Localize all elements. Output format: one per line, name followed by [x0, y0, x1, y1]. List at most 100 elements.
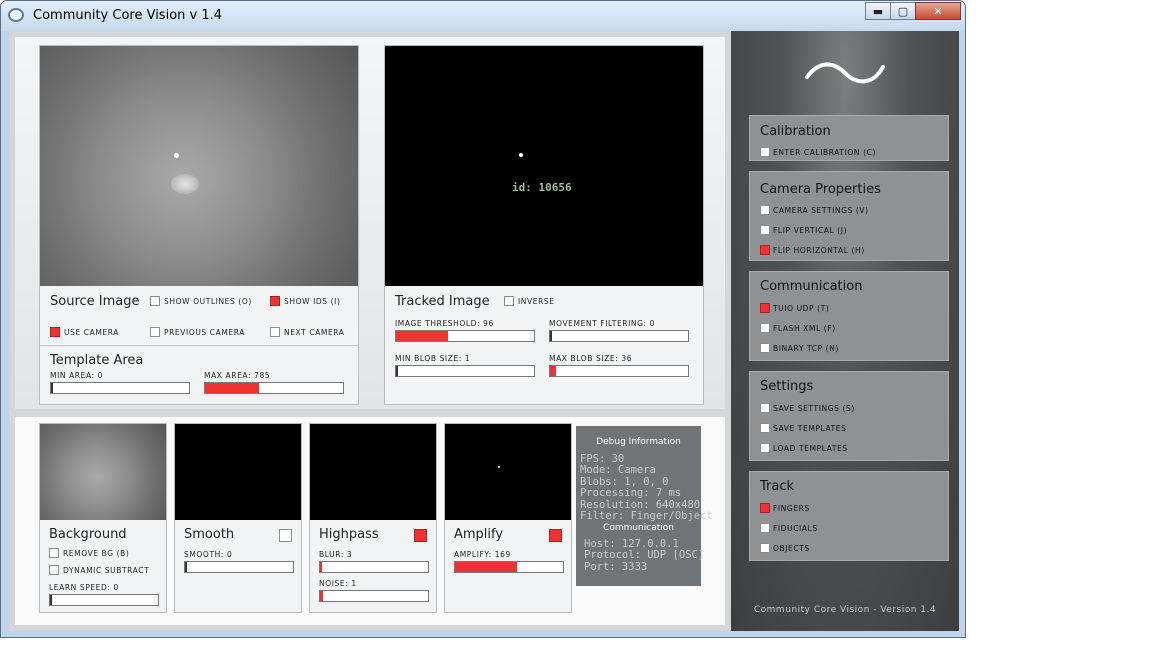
flash-xml-label: flash xml (f)	[773, 323, 836, 333]
debug-protocol: Protocol: UDP [OSC]	[584, 549, 705, 561]
objects-item[interactable]: objects	[760, 543, 810, 553]
min-blob-fill	[396, 366, 398, 376]
threshold-slider[interactable]	[395, 330, 535, 342]
save-templates-item[interactable]: save templates	[760, 423, 847, 433]
highpass-title: Highpass	[319, 527, 379, 542]
threshold-label: image threshold: 96	[395, 319, 494, 328]
close-button[interactable]: ✕	[915, 2, 961, 20]
camera-settings-checkbox[interactable]	[760, 205, 770, 215]
sidebar: Calibration enter calibration (c) Camera…	[731, 31, 959, 631]
settings-group: Settings save settings (s) save template…	[749, 371, 949, 461]
binary-tcp-checkbox[interactable]	[760, 343, 770, 353]
flip-horizontal-item[interactable]: flip horizontal (h)	[760, 245, 865, 255]
use-camera-checkbox[interactable]	[50, 327, 60, 337]
version-footer: Community Core Vision - Version 1.4	[753, 605, 937, 615]
dynamic-subtract-label: dynamic subtract	[63, 566, 150, 575]
learn-speed-label: learn speed: 0	[49, 583, 119, 592]
app-window: Community Core Vision v 1.4 ▬ ▢ ✕ Source…	[0, 0, 966, 638]
previous-camera-checkbox[interactable]	[150, 327, 160, 337]
flash-xml-checkbox[interactable]	[760, 323, 770, 333]
tuio-udp-item[interactable]: tuio udp (t)	[760, 303, 829, 313]
blur-slider[interactable]	[319, 561, 429, 573]
save-settings-item[interactable]: save settings (s)	[760, 403, 855, 413]
noise-label: noise: 1	[319, 579, 357, 588]
previous-camera-label: previous camera	[164, 328, 245, 337]
next-camera-label: next camera	[284, 328, 345, 337]
fingers-checkbox[interactable]	[760, 503, 770, 513]
enter-calibration-item[interactable]: enter calibration (c)	[760, 147, 876, 157]
flash-xml-item[interactable]: flash xml (f)	[760, 323, 836, 333]
settings-title: Settings	[760, 379, 814, 394]
amplify-blob	[498, 466, 500, 468]
window-title: Community Core Vision v 1.4	[33, 8, 223, 23]
inverse-label: inverse	[518, 297, 555, 306]
source-blob	[174, 153, 179, 158]
learn-speed-slider[interactable]	[49, 594, 159, 606]
max-area-fill	[205, 383, 259, 393]
smooth-panel: Smooth smooth: 0	[174, 423, 302, 613]
highpass-checkbox[interactable]	[414, 529, 427, 542]
amplify-image	[445, 424, 571, 520]
noise-fill	[320, 591, 324, 601]
tracked-image: id: 10656	[385, 46, 703, 286]
dynamic-subtract-checkbox[interactable]	[49, 565, 59, 575]
save-settings-checkbox[interactable]	[760, 403, 770, 413]
objects-label: objects	[773, 543, 810, 553]
save-templates-label: save templates	[773, 423, 847, 433]
smooth-fill	[185, 562, 187, 572]
save-settings-label: save settings (s)	[773, 403, 855, 413]
amplify-slider[interactable]	[454, 561, 564, 573]
background-panel: Background remove bg (b) dynamic subtrac…	[39, 423, 167, 613]
binary-tcp-item[interactable]: binary tcp (n)	[760, 343, 839, 353]
show-outlines-checkbox[interactable]	[150, 296, 160, 306]
save-templates-checkbox[interactable]	[760, 423, 770, 433]
source-glow	[171, 174, 199, 194]
minimize-button[interactable]: ▬	[865, 2, 891, 20]
min-blob-slider[interactable]	[395, 365, 535, 377]
load-templates-checkbox[interactable]	[760, 443, 770, 453]
use-camera-label: use camera	[64, 328, 119, 337]
tracked-panel: id: 10656 Tracked Image inverse image th…	[384, 45, 704, 405]
source-image	[40, 46, 358, 286]
title-bar[interactable]: Community Core Vision v 1.4 ▬ ▢ ✕	[1, 1, 965, 31]
enter-calibration-checkbox[interactable]	[760, 147, 770, 157]
next-camera-checkbox[interactable]	[270, 327, 280, 337]
blur-fill	[320, 562, 323, 572]
background-image	[40, 424, 166, 520]
track-title: Track	[760, 479, 795, 494]
smooth-slider[interactable]	[184, 561, 294, 573]
threshold-fill	[396, 331, 449, 341]
max-blob-label: max blob size: 36	[549, 354, 633, 363]
communication-group: Communication tuio udp (t) flash xml (f)…	[749, 271, 949, 361]
fiducials-checkbox[interactable]	[760, 523, 770, 533]
movement-label: movement filtering: 0	[549, 319, 656, 328]
min-area-label: min area: 0	[50, 371, 104, 380]
movement-slider[interactable]	[549, 330, 689, 342]
min-area-slider[interactable]	[50, 382, 190, 394]
objects-checkbox[interactable]	[760, 543, 770, 553]
remove-bg-checkbox[interactable]	[49, 548, 59, 558]
inverse-checkbox[interactable]	[504, 296, 514, 306]
app-icon	[8, 8, 24, 22]
fingers-item[interactable]: fingers	[760, 503, 810, 513]
flip-horizontal-checkbox[interactable]	[760, 245, 770, 255]
camera-settings-item[interactable]: camera settings (v)	[760, 205, 869, 215]
flip-vertical-checkbox[interactable]	[760, 225, 770, 235]
remove-bg-label: remove bg (b)	[63, 549, 130, 558]
amplify-title: Amplify	[454, 527, 504, 542]
debug-processing: Processing: 7 ms	[580, 487, 682, 499]
amplify-checkbox[interactable]	[549, 529, 562, 542]
flip-vertical-item[interactable]: flip vertical (j)	[760, 225, 847, 235]
noise-slider[interactable]	[319, 590, 429, 602]
max-area-slider[interactable]	[204, 382, 344, 394]
tuio-udp-checkbox[interactable]	[760, 303, 770, 313]
amplify-label: amplify: 169	[454, 550, 511, 559]
learn-speed-fill	[50, 595, 52, 605]
source-panel: Source Image show outlines (o) show ids …	[39, 45, 359, 405]
max-blob-slider[interactable]	[549, 365, 689, 377]
load-templates-item[interactable]: load templates	[760, 443, 848, 453]
smooth-checkbox[interactable]	[279, 529, 292, 542]
fiducials-item[interactable]: fiducials	[760, 523, 818, 533]
show-ids-checkbox[interactable]	[270, 296, 280, 306]
maximize-button[interactable]: ▢	[890, 2, 916, 20]
